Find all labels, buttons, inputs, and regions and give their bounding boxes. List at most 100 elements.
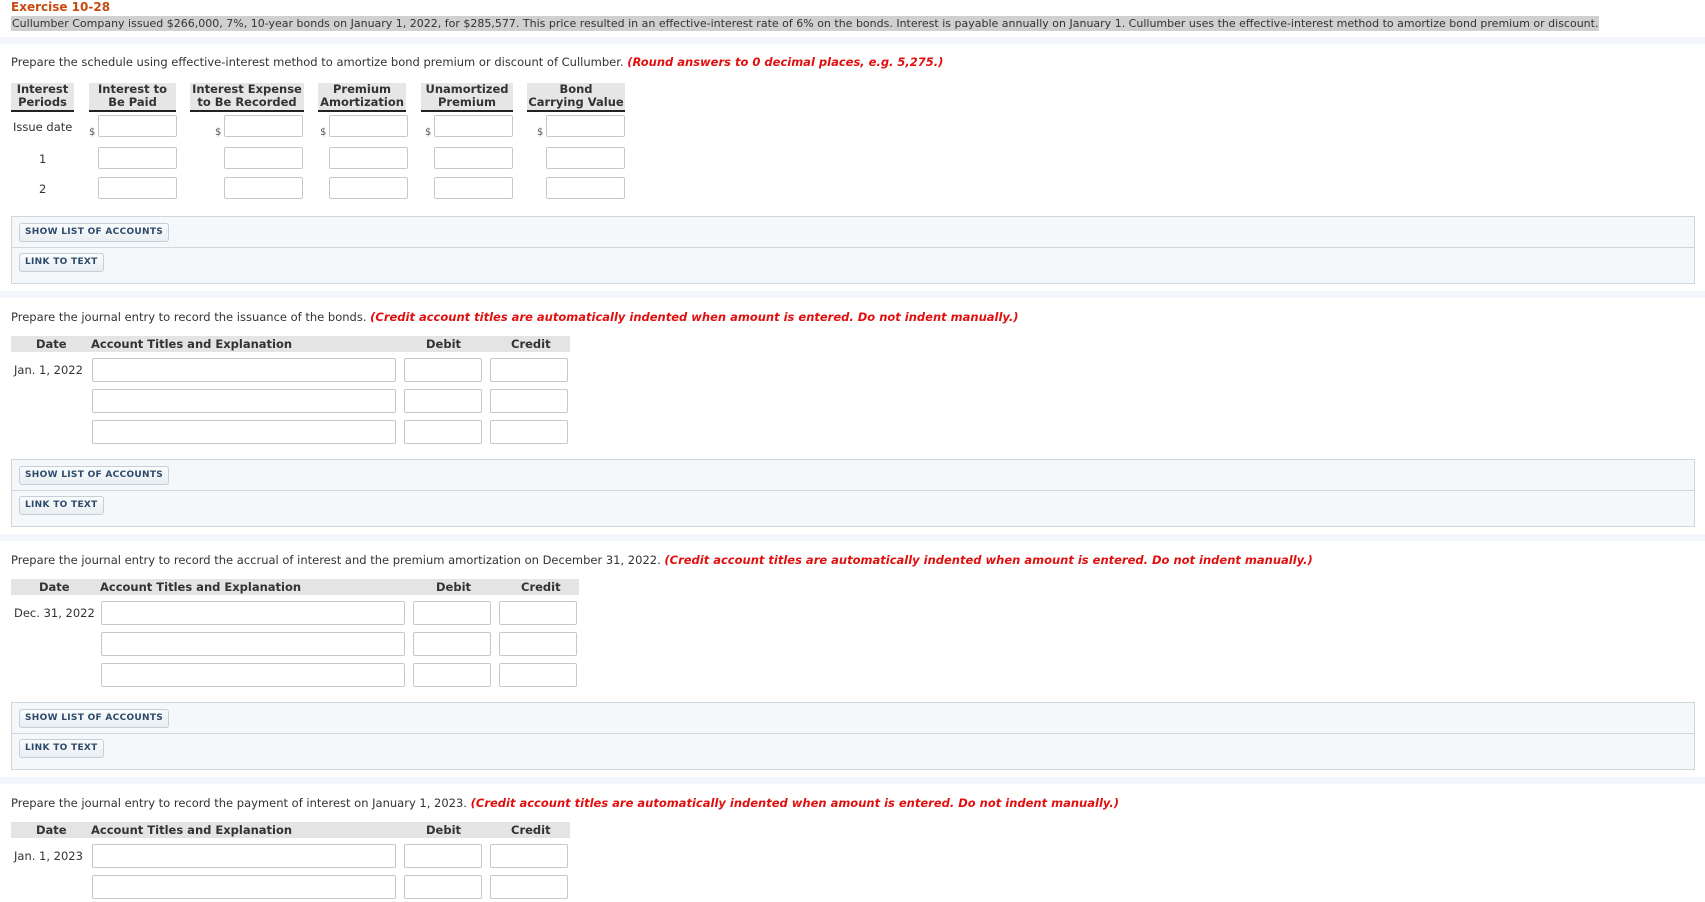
header-debit: Debit bbox=[426, 337, 462, 351]
debit-input[interactable] bbox=[413, 663, 491, 687]
link-to-text-button[interactable]: LINK TO TEXT bbox=[19, 496, 104, 515]
journal-instructions: Prepare the journal entry to record the … bbox=[11, 553, 661, 567]
dollar-sign: $ bbox=[425, 127, 432, 138]
row-label-period-1: 1 bbox=[39, 152, 47, 166]
account-title-input[interactable] bbox=[92, 420, 396, 444]
journal-instructions: Prepare the journal entry to record the … bbox=[11, 310, 367, 324]
account-title-input[interactable] bbox=[101, 601, 405, 625]
header-line: Amortization bbox=[320, 95, 404, 109]
toolbox-divider bbox=[12, 247, 1694, 248]
issue-carrying-value-input[interactable] bbox=[546, 115, 625, 137]
header-interest-expense: Interest Expense to Be Recorded bbox=[190, 83, 304, 112]
debit-input[interactable] bbox=[404, 875, 482, 899]
credit-input[interactable] bbox=[490, 844, 568, 868]
debit-input[interactable] bbox=[404, 420, 482, 444]
link-to-text-button[interactable]: LINK TO TEXT bbox=[19, 253, 104, 272]
credit-input[interactable] bbox=[490, 420, 568, 444]
credit-input[interactable] bbox=[499, 632, 577, 656]
p1-interest-expense-input[interactable] bbox=[224, 147, 303, 169]
account-title-input[interactable] bbox=[92, 875, 396, 899]
issue-interest-paid-input[interactable] bbox=[98, 115, 177, 137]
journal-1-prompt: Prepare the journal entry to record the … bbox=[11, 310, 1018, 324]
debit-input[interactable] bbox=[404, 389, 482, 413]
header-date: Date bbox=[36, 337, 67, 351]
link-to-text-button[interactable]: LINK TO TEXT bbox=[19, 739, 104, 758]
account-title-input[interactable] bbox=[101, 632, 405, 656]
journal-header: Date Account Titles and Explanation Debi… bbox=[11, 336, 570, 352]
header-date: Date bbox=[36, 823, 67, 837]
journal-date: Dec. 31, 2022 bbox=[14, 606, 95, 620]
journal-note: (Credit account titles are automatically… bbox=[664, 553, 1313, 567]
issue-unamortized-premium-input[interactable] bbox=[434, 115, 513, 137]
p1-interest-paid-input[interactable] bbox=[98, 147, 177, 169]
p1-premium-amortization-input[interactable] bbox=[329, 147, 408, 169]
header-date: Date bbox=[39, 580, 70, 594]
journal-date: Jan. 1, 2023 bbox=[14, 849, 83, 863]
p2-interest-expense-input[interactable] bbox=[224, 177, 303, 199]
header-line: Carrying Value bbox=[528, 95, 624, 109]
p2-carrying-value-input[interactable] bbox=[546, 177, 625, 199]
header-interest-to-be-paid: Interest to Be Paid bbox=[89, 83, 176, 112]
exercise-title: Exercise 10-28 bbox=[11, 0, 111, 14]
header-line: to Be Recorded bbox=[197, 95, 297, 109]
schedule-toolbox: SHOW LIST OF ACCOUNTS LINK TO TEXT bbox=[11, 216, 1695, 284]
schedule-note: (Round answers to 0 decimal places, e.g.… bbox=[627, 55, 944, 69]
credit-input[interactable] bbox=[490, 358, 568, 382]
credit-input[interactable] bbox=[499, 663, 577, 687]
row-label-issue-date: Issue date bbox=[13, 120, 73, 134]
journal-note: (Credit account titles are automatically… bbox=[470, 796, 1119, 810]
debit-input[interactable] bbox=[404, 844, 482, 868]
row-label-period-2: 2 bbox=[39, 182, 47, 196]
debit-input[interactable] bbox=[413, 601, 491, 625]
header-debit: Debit bbox=[426, 823, 462, 837]
section-separator bbox=[0, 37, 1705, 44]
header-unamortized-premium: Unamortized Premium bbox=[421, 83, 513, 112]
section-separator bbox=[0, 291, 1705, 298]
journal-date: Jan. 1, 2022 bbox=[14, 363, 83, 377]
account-title-input[interactable] bbox=[92, 358, 396, 382]
header-credit: Credit bbox=[511, 337, 551, 351]
section-separator bbox=[0, 534, 1705, 541]
schedule-prompt: Prepare the schedule using effective-int… bbox=[11, 55, 943, 69]
toolbox-divider bbox=[12, 490, 1694, 491]
header-account: Account Titles and Explanation bbox=[100, 580, 302, 594]
header-line: Periods bbox=[18, 95, 67, 109]
dollar-sign: $ bbox=[215, 127, 222, 138]
show-list-of-accounts-button[interactable]: SHOW LIST OF ACCOUNTS bbox=[19, 709, 170, 728]
journal-2-prompt: Prepare the journal entry to record the … bbox=[11, 553, 1313, 567]
p2-unamortized-premium-input[interactable] bbox=[434, 177, 513, 199]
show-list-of-accounts-button[interactable]: SHOW LIST OF ACCOUNTS bbox=[19, 223, 170, 242]
p2-interest-paid-input[interactable] bbox=[98, 177, 177, 199]
credit-input[interactable] bbox=[490, 875, 568, 899]
header-account: Account Titles and Explanation bbox=[91, 823, 293, 837]
account-title-input[interactable] bbox=[92, 389, 396, 413]
credit-input[interactable] bbox=[499, 601, 577, 625]
toolbox-divider bbox=[12, 733, 1694, 734]
issue-premium-amortization-input[interactable] bbox=[329, 115, 408, 137]
header-line: Be Paid bbox=[108, 95, 157, 109]
journal-instructions: Prepare the journal entry to record the … bbox=[11, 796, 467, 810]
header-bond-carrying-value: Bond Carrying Value bbox=[527, 83, 625, 112]
debit-input[interactable] bbox=[404, 358, 482, 382]
header-line: Premium bbox=[438, 95, 496, 109]
header-credit: Credit bbox=[521, 580, 561, 594]
dollar-sign: $ bbox=[320, 127, 327, 138]
debit-input[interactable] bbox=[413, 632, 491, 656]
p1-carrying-value-input[interactable] bbox=[546, 147, 625, 169]
header-debit: Debit bbox=[436, 580, 472, 594]
issue-interest-expense-input[interactable] bbox=[224, 115, 303, 137]
p2-premium-amortization-input[interactable] bbox=[329, 177, 408, 199]
account-title-input[interactable] bbox=[92, 844, 396, 868]
schedule-instructions: Prepare the schedule using effective-int… bbox=[11, 55, 624, 69]
credit-input[interactable] bbox=[490, 389, 568, 413]
show-list-of-accounts-button[interactable]: SHOW LIST OF ACCOUNTS bbox=[19, 466, 170, 485]
header-interest-periods: Interest Periods bbox=[11, 83, 74, 112]
p1-unamortized-premium-input[interactable] bbox=[434, 147, 513, 169]
journal-header: Date Account Titles and Explanation Debi… bbox=[11, 822, 570, 838]
header-premium-amortization: Premium Amortization bbox=[318, 83, 406, 112]
journal-2-toolbox: SHOW LIST OF ACCOUNTS LINK TO TEXT bbox=[11, 702, 1695, 770]
journal-3-prompt: Prepare the journal entry to record the … bbox=[11, 796, 1119, 810]
header-credit: Credit bbox=[511, 823, 551, 837]
account-title-input[interactable] bbox=[101, 663, 405, 687]
journal-header: Date Account Titles and Explanation Debi… bbox=[11, 579, 579, 595]
